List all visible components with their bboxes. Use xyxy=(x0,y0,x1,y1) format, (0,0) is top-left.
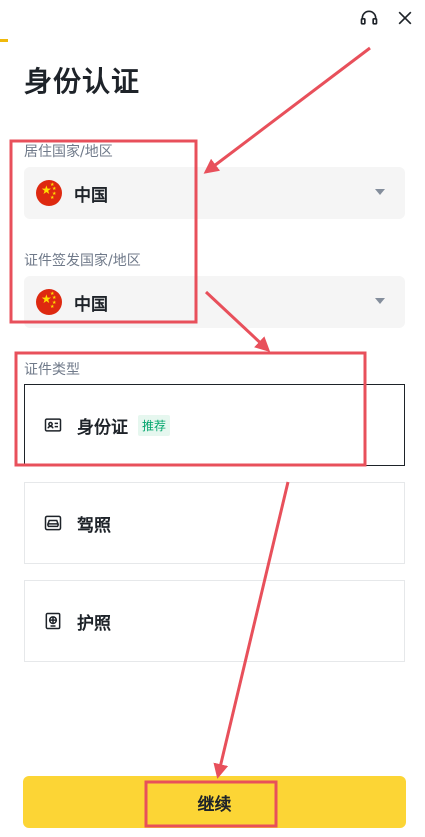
china-flag-icon: ★ ★ ★ ★ ★ xyxy=(36,289,62,315)
accent-bar xyxy=(0,39,8,42)
continue-button[interactable]: 继续 xyxy=(23,776,406,828)
residence-value: 中国 xyxy=(74,185,108,206)
doc-option-driver-license[interactable]: 驾照 xyxy=(24,482,405,564)
passport-icon xyxy=(43,611,63,631)
doc-option-label: 驾照 xyxy=(77,515,111,536)
china-flag-icon: ★ ★ ★ ★ ★ xyxy=(36,180,62,206)
doc-option-label: 护照 xyxy=(77,613,111,634)
close-icon[interactable] xyxy=(393,6,417,30)
page-title: 身份认证 xyxy=(24,65,141,98)
issuing-select[interactable]: ★ ★ ★ ★ ★ 中国 xyxy=(24,276,405,328)
issuing-value: 中国 xyxy=(74,294,108,315)
doc-option-label: 身份证 xyxy=(77,417,128,438)
recommended-badge: 推荐 xyxy=(138,414,171,436)
id-card-icon xyxy=(43,415,63,435)
document-type-label: 证件类型 xyxy=(24,362,80,378)
caret-down-icon xyxy=(375,298,385,304)
residence-select[interactable]: ★ ★ ★ ★ ★ 中国 xyxy=(24,167,405,219)
residence-label: 居住国家/地区 xyxy=(24,144,113,160)
caret-down-icon xyxy=(375,189,385,195)
doc-option-id-card[interactable]: 身份证 推荐 xyxy=(24,384,405,466)
headset-icon[interactable] xyxy=(357,6,381,30)
doc-option-passport[interactable]: 护照 xyxy=(24,580,405,662)
car-icon xyxy=(43,513,63,533)
issuing-label: 证件签发国家/地区 xyxy=(24,253,141,269)
annotation-arrow-1 xyxy=(203,46,371,174)
top-icons xyxy=(357,6,417,30)
